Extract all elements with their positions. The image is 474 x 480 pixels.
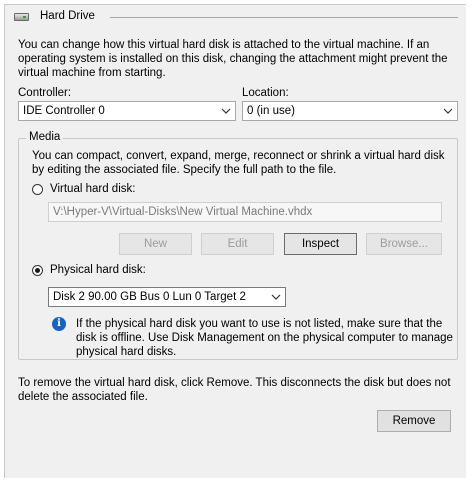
header-divider [110,17,458,18]
controller-label: Controller: [18,87,72,99]
physical-hard-disk-radio[interactable] [32,265,43,276]
edit-button[interactable]: Edit [201,233,274,255]
vhd-path-input[interactable]: V:\Hyper-V\Virtual-Disks\New Virtual Mac… [48,202,442,222]
chevron-down-icon [443,108,453,114]
location-select[interactable]: 0 (in use) [242,101,458,121]
remove-note-line-2: delete the associated file. [18,391,148,403]
chevron-down-icon [221,108,231,114]
section-header: Hard Drive [14,10,466,26]
vhd-path-value: V:\Hyper-V\Virtual-Disks\New Virtual Mac… [53,206,313,218]
info-line-1: If the physical hard disk you want to us… [76,318,443,330]
media-group-title: Media [26,131,64,143]
media-desc-line-2: by editing the associated file. Specify … [32,164,337,176]
info-line-2: disk is offline. Use Disk Management on … [76,332,453,344]
controller-select[interactable]: IDE Controller 0 [18,101,236,121]
info-icon: i [52,317,66,331]
controller-value: IDE Controller 0 [23,105,105,117]
remove-note-line-1: To remove the virtual hard disk, click R… [18,377,451,389]
intro-line-3: virtual machine from starting. [18,67,166,79]
browse-button[interactable]: Browse... [366,233,442,255]
intro-line-1: You can change how this virtual hard dis… [18,39,430,51]
section-title: Hard Drive [40,10,99,22]
location-label: Location: [242,87,289,99]
location-value: 0 (in use) [247,105,295,117]
hard-drive-icon [14,13,29,21]
virtual-hard-disk-radio[interactable] [32,184,43,195]
chevron-down-icon [271,294,281,300]
new-button[interactable]: New [119,233,192,255]
inspect-button[interactable]: Inspect [284,233,357,255]
media-desc-line-1: You can compact, convert, expand, merge,… [32,150,445,162]
physical-disk-select[interactable]: Disk 2 90.00 GB Bus 0 Lun 0 Target 2 [48,287,286,307]
physical-hard-disk-label[interactable]: Physical hard disk: [50,263,146,277]
info-line-3: physical hard disks. [76,346,177,358]
remove-button[interactable]: Remove [377,410,451,432]
physical-disk-value: Disk 2 90.00 GB Bus 0 Lun 0 Target 2 [53,291,246,303]
intro-line-2: operating system is installed on this di… [18,53,448,65]
virtual-hard-disk-label[interactable]: Virtual hard disk: [50,182,135,196]
